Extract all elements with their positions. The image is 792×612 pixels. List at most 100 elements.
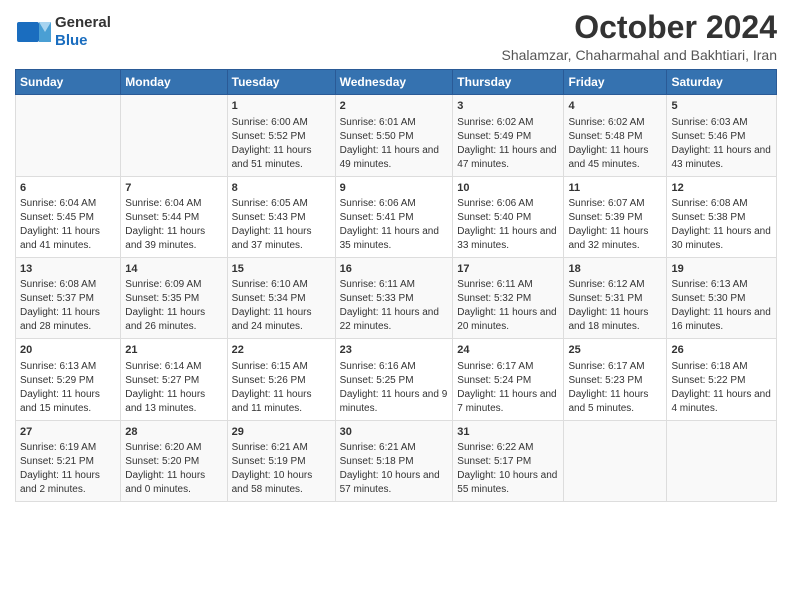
day-number: 22 [232,343,331,358]
day-number: 19 [671,262,772,277]
calendar-cell: 12Sunrise: 6:08 AMSunset: 5:38 PMDayligh… [667,176,777,257]
day-number: 10 [457,181,559,196]
sunset: Sunset: 5:30 PM [671,292,772,306]
calendar-cell: 28Sunrise: 6:20 AMSunset: 5:20 PMDayligh… [121,420,227,501]
sunrise: Sunrise: 6:04 AM [20,197,116,211]
week-row-3: 13Sunrise: 6:08 AMSunset: 5:37 PM Dayligh… [16,257,777,338]
calendar-cell: 17Sunrise: 6:11 AMSunset: 5:32 PMDayligh… [453,257,564,338]
sunset: Sunset: 5:49 PM [457,130,559,144]
calendar-cell: 7Sunrise: 6:04 AMSunset: 5:44 PMDaylight… [121,176,227,257]
sunrise: Sunrise: 6:19 AM [20,441,116,455]
week-row-5: 27Sunrise: 6:19 AMSunset: 5:21 PMDayligh… [16,420,777,501]
day-number: 25 [568,343,662,358]
calendar-cell: 23Sunrise: 6:16 AMSunset: 5:25 PMDayligh… [335,339,453,420]
sunrise: Sunrise: 6:08 AM [20,278,116,292]
daylight: Daylight: 11 hours and 0 minutes. [125,469,222,497]
sunrise: Sunrise: 6:13 AM [671,278,772,292]
logo-icon [15,14,51,50]
calendar-cell: 4Sunrise: 6:02 AMSunset: 5:48 PMDaylight… [564,95,667,176]
day-number: 30 [340,425,449,440]
sunrise: Sunrise: 6:20 AM [125,441,222,455]
calendar-cell: 13Sunrise: 6:08 AMSunset: 5:37 PMDayligh… [16,257,121,338]
week-row-2: 6Sunrise: 6:04 AMSunset: 5:45 PMDaylight… [16,176,777,257]
sunrise: Sunrise: 6:17 AM [457,360,559,374]
sunrise: Sunrise: 6:13 AM [20,360,116,374]
daylight: Daylight: 11 hours and 16 minutes. [671,306,772,334]
calendar-cell: 1Sunrise: 6:00 AMSunset: 5:52 PMDaylight… [227,95,335,176]
calendar-cell: 8Sunrise: 6:05 AMSunset: 5:43 PMDaylight… [227,176,335,257]
day-number: 8 [232,181,331,196]
sunset: Sunset: 5:33 PM [340,292,449,306]
page: General Blue October 2024 Shalamzar, Cha… [0,0,792,612]
sunrise: Sunrise: 6:22 AM [457,441,559,455]
daylight: Daylight: 11 hours and 9 minutes. [340,388,449,416]
sunset: Sunset: 5:20 PM [125,455,222,469]
daylight: Daylight: 10 hours and 58 minutes. [232,469,331,497]
main-title: October 2024 [502,10,777,45]
sunset: Sunset: 5:50 PM [340,130,449,144]
sunrise: Sunrise: 6:16 AM [340,360,449,374]
sunset: Sunset: 5:44 PM [125,211,222,225]
daylight: Daylight: 11 hours and 47 minutes. [457,144,559,172]
col-header-monday: Monday [121,70,227,95]
calendar-cell [121,95,227,176]
sunset: Sunset: 5:41 PM [340,211,449,225]
sunset: Sunset: 5:37 PM [20,292,116,306]
calendar-cell: 11Sunrise: 6:07 AMSunset: 5:39 PMDayligh… [564,176,667,257]
sunrise: Sunrise: 6:09 AM [125,278,222,292]
daylight: Daylight: 11 hours and 45 minutes. [568,144,662,172]
calendar-cell: 25Sunrise: 6:17 AMSunset: 5:23 PMDayligh… [564,339,667,420]
day-number: 21 [125,343,222,358]
day-number: 12 [671,181,772,196]
logo-general: General [55,14,111,32]
day-number: 29 [232,425,331,440]
logo-blue: Blue [55,32,111,50]
daylight: Daylight: 11 hours and 5 minutes. [568,388,662,416]
sunset: Sunset: 5:22 PM [671,374,772,388]
daylight: Daylight: 11 hours and 32 minutes. [568,225,662,253]
day-number: 16 [340,262,449,277]
daylight: Daylight: 11 hours and 22 minutes. [340,306,449,334]
calendar-cell: 18Sunrise: 6:12 AMSunset: 5:31 PMDayligh… [564,257,667,338]
sunrise: Sunrise: 6:14 AM [125,360,222,374]
day-number: 14 [125,262,222,277]
daylight: Daylight: 11 hours and 15 minutes. [20,388,116,416]
daylight: Daylight: 11 hours and 11 minutes. [232,388,331,416]
day-number: 15 [232,262,331,277]
sunset: Sunset: 5:39 PM [568,211,662,225]
calendar-table: SundayMondayTuesdayWednesdayThursdayFrid… [15,69,777,502]
sunset: Sunset: 5:34 PM [232,292,331,306]
daylight: Daylight: 11 hours and 41 minutes. [20,225,116,253]
col-header-friday: Friday [564,70,667,95]
sunset: Sunset: 5:52 PM [232,130,331,144]
calendar-cell [16,95,121,176]
day-number: 24 [457,343,559,358]
day-number: 23 [340,343,449,358]
sunrise: Sunrise: 6:02 AM [457,116,559,130]
day-number: 4 [568,99,662,114]
col-header-thursday: Thursday [453,70,564,95]
daylight: Daylight: 11 hours and 13 minutes. [125,388,222,416]
daylight: Daylight: 11 hours and 2 minutes. [20,469,116,497]
sunset: Sunset: 5:29 PM [20,374,116,388]
calendar-cell: 5Sunrise: 6:03 AMSunset: 5:46 PMDaylight… [667,95,777,176]
sunrise: Sunrise: 6:08 AM [671,197,772,211]
sunset: Sunset: 5:40 PM [457,211,559,225]
calendar-cell: 19Sunrise: 6:13 AMSunset: 5:30 PMDayligh… [667,257,777,338]
day-number: 6 [20,181,116,196]
sunrise: Sunrise: 6:07 AM [568,197,662,211]
sunrise: Sunrise: 6:18 AM [671,360,772,374]
calendar-cell: 6Sunrise: 6:04 AMSunset: 5:45 PMDaylight… [16,176,121,257]
calendar-cell: 29Sunrise: 6:21 AMSunset: 5:19 PMDayligh… [227,420,335,501]
day-number: 13 [20,262,116,277]
sunset: Sunset: 5:43 PM [232,211,331,225]
col-header-wednesday: Wednesday [335,70,453,95]
calendar-cell [564,420,667,501]
daylight: Daylight: 11 hours and 24 minutes. [232,306,331,334]
daylight: Daylight: 11 hours and 35 minutes. [340,225,449,253]
calendar-cell: 10Sunrise: 6:06 AMSunset: 5:40 PMDayligh… [453,176,564,257]
sunrise: Sunrise: 6:05 AM [232,197,331,211]
day-number: 18 [568,262,662,277]
title-section: October 2024 Shalamzar, Chaharmahal and … [502,10,777,63]
sunset: Sunset: 5:45 PM [20,211,116,225]
